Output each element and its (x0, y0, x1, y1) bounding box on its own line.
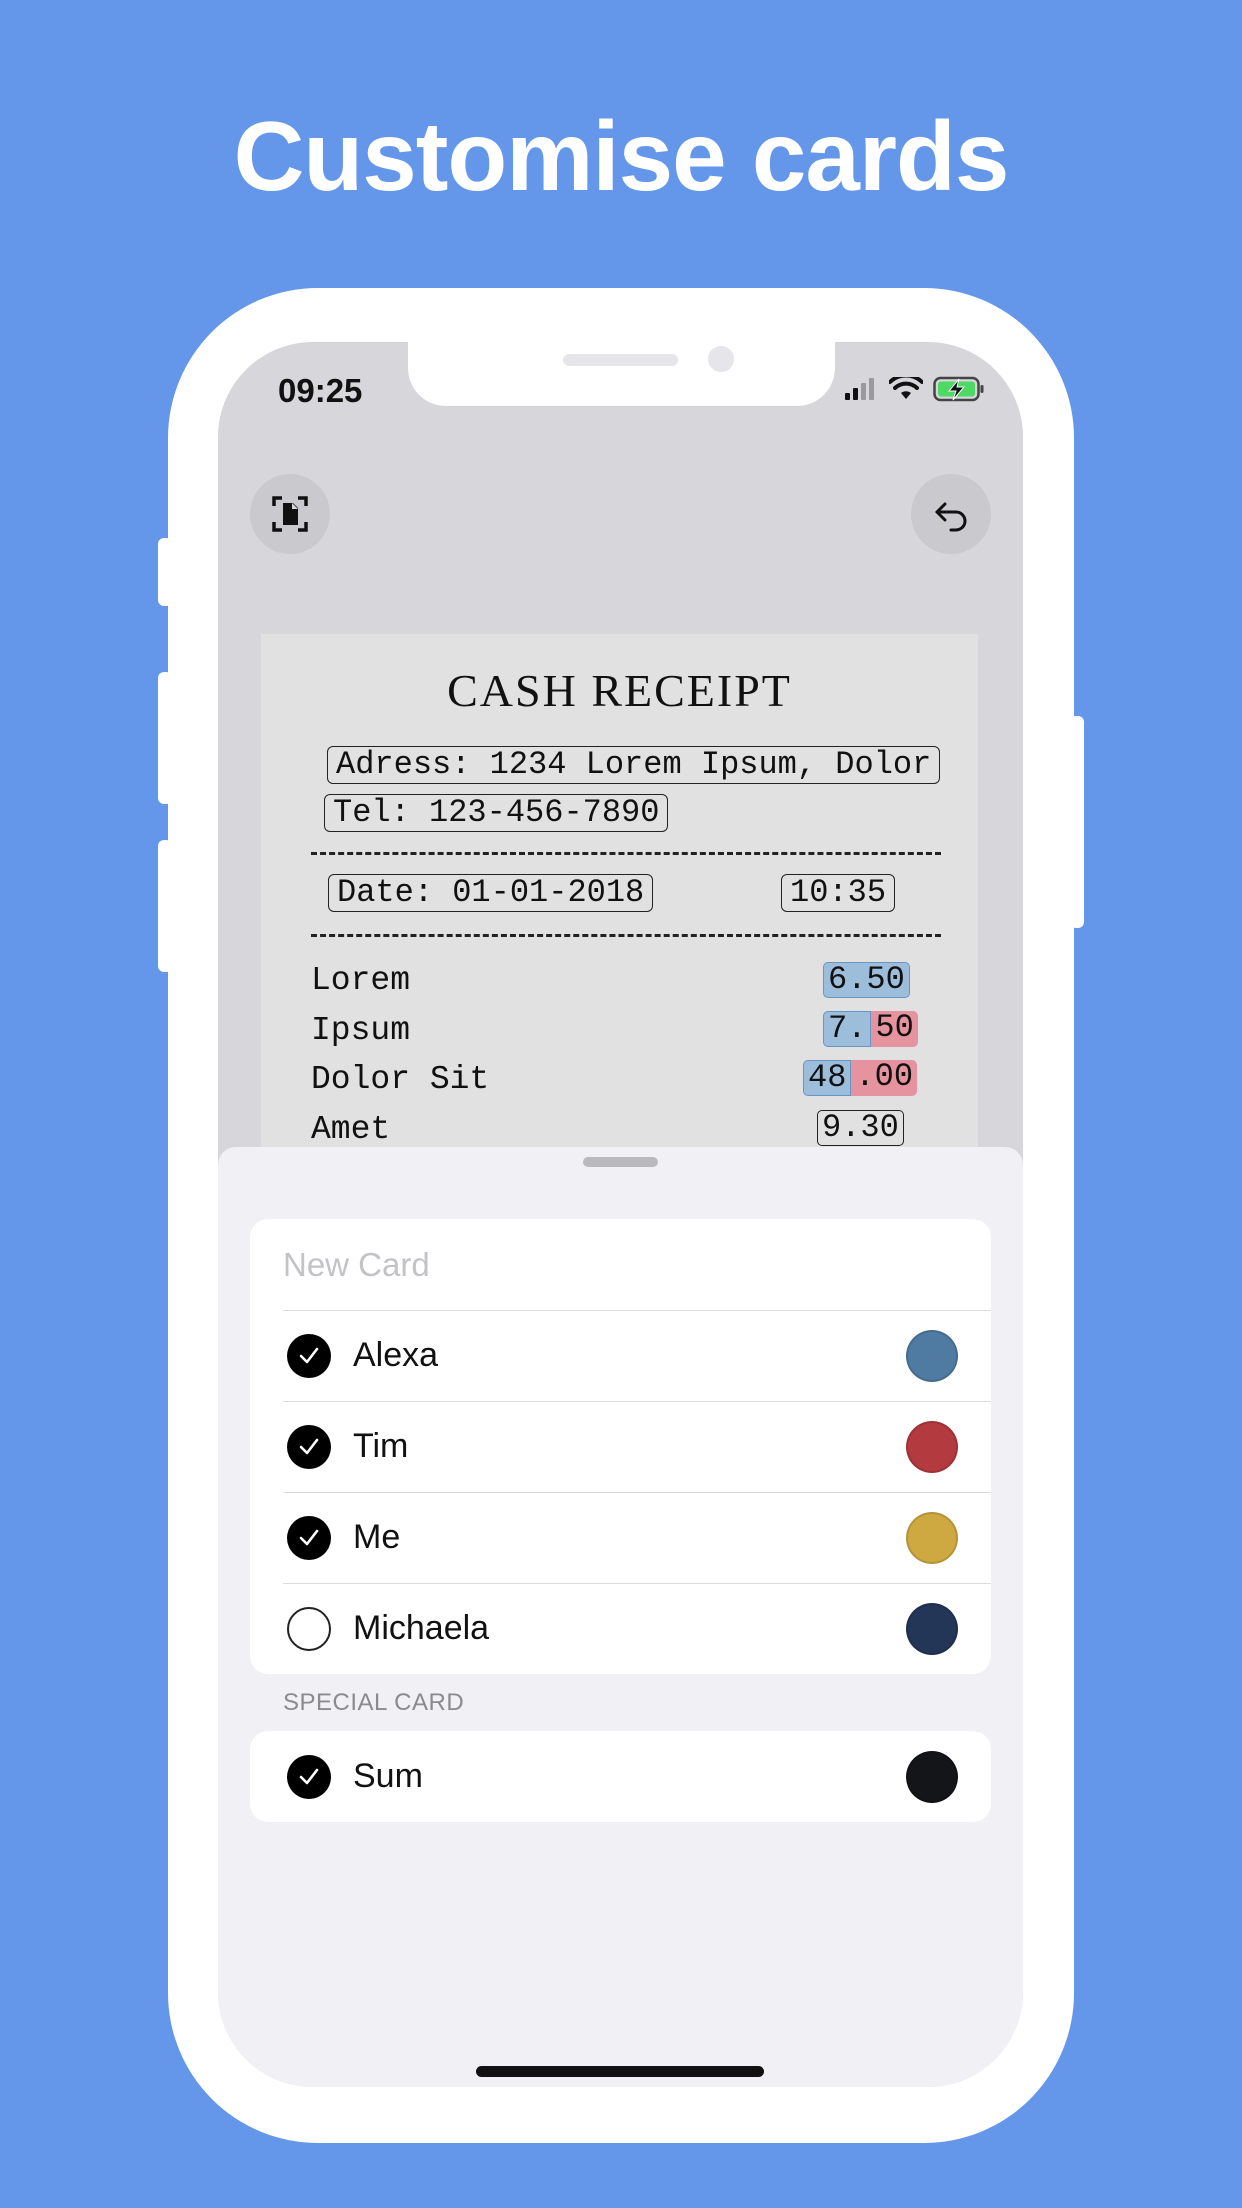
wifi-icon (889, 377, 923, 399)
receipt-item-amount[interactable]: 6.50 (823, 962, 910, 998)
scan-document-button[interactable] (250, 474, 330, 554)
undo-icon (935, 502, 967, 532)
notch (408, 342, 835, 406)
special-card-list: Sum (250, 1731, 991, 1822)
home-indicator[interactable] (476, 2066, 764, 2077)
status-time: 09:25 (278, 372, 363, 409)
amount-part-alexa: 7. (823, 1011, 872, 1047)
card-name: Alexa (353, 1336, 439, 1374)
receipt-divider (311, 852, 941, 855)
undo-button[interactable] (911, 474, 991, 554)
card-name: Me (353, 1518, 401, 1556)
card-color-swatch[interactable] (906, 1602, 958, 1655)
receipt-preview: CASH RECEIPT Adress: 1234 Lorem Ipsum, D… (261, 634, 978, 1194)
checkmark-icon (299, 1347, 319, 1363)
card-row[interactable]: Tim (250, 1401, 991, 1492)
row-divider (283, 1583, 991, 1584)
receipt-time: 10:35 (781, 874, 896, 912)
card-row[interactable]: Sum (250, 1731, 991, 1822)
checkmark-icon (299, 1529, 319, 1545)
special-card-header: SPECIAL CARD (283, 1689, 465, 1716)
receipt-tel: Tel: 123-456-7890 (324, 794, 669, 832)
receipt-divider (311, 934, 941, 937)
new-card-input[interactable]: New Card (250, 1219, 991, 1310)
status-icons (843, 376, 985, 402)
receipt-item-name: Ipsum (311, 1012, 411, 1049)
headline: Customise cards (233, 101, 1010, 211)
card-color-swatch[interactable] (906, 1750, 958, 1803)
card-color-swatch[interactable] (906, 1329, 958, 1382)
battery-charging-icon (933, 376, 984, 402)
camera (708, 346, 734, 372)
receipt-item-amount[interactable]: 7. 50 (823, 1011, 918, 1047)
sheet-grabber[interactable] (583, 1157, 658, 1167)
customise-cards-sheet: New Card Alexa Tim Me Michaela SPECIAL C… (218, 1147, 1023, 2087)
receipt-title: CASH RECEIPT (447, 665, 792, 716)
card-checkbox[interactable] (287, 1424, 331, 1469)
receipt-address: Adress: 1234 Lorem Ipsum, Dolor (327, 746, 941, 784)
receipt-date: Date: 01-01-2018 (328, 874, 654, 912)
checkmark-icon (299, 1438, 319, 1454)
phone-screen: 09:25 CASH RECEIPT Adress: 1234 Lorem Ip… (218, 342, 1023, 2087)
receipt-item-name: Amet (311, 1111, 391, 1148)
row-divider (283, 1492, 991, 1493)
card-color-swatch[interactable] (906, 1511, 958, 1564)
document-scan-icon (272, 496, 308, 532)
signal-icon (845, 378, 874, 400)
card-color-swatch[interactable] (906, 1420, 958, 1473)
card-row[interactable]: Alexa (250, 1310, 991, 1401)
amount-part-alexa: 48 (803, 1060, 852, 1096)
card-name: Sum (353, 1757, 423, 1795)
card-name: Michaela (353, 1609, 490, 1647)
card-row[interactable]: Me (250, 1492, 991, 1583)
receipt-item-name: Dolor Sit (311, 1061, 490, 1098)
receipt-item-amount[interactable]: 9.30 (817, 1110, 904, 1146)
card-name: Tim (353, 1427, 409, 1465)
card-checkbox[interactable] (287, 1754, 331, 1799)
row-divider (283, 1310, 991, 1311)
amount-part-tim: .00 (851, 1060, 918, 1096)
card-checkbox[interactable] (287, 1515, 331, 1560)
checkmark-icon (299, 1768, 319, 1784)
card-checkbox[interactable] (287, 1333, 331, 1378)
row-divider (283, 1401, 991, 1402)
receipt-item-name: Lorem (311, 962, 411, 999)
card-row[interactable]: Michaela (250, 1583, 991, 1674)
speaker (563, 354, 678, 366)
receipt-item-amount[interactable]: 48 .00 (803, 1060, 918, 1096)
card-checkbox[interactable] (287, 1606, 331, 1651)
cards-list: New Card Alexa Tim Me Michaela (250, 1219, 991, 1674)
amount-part-tim: 50 (871, 1011, 918, 1047)
